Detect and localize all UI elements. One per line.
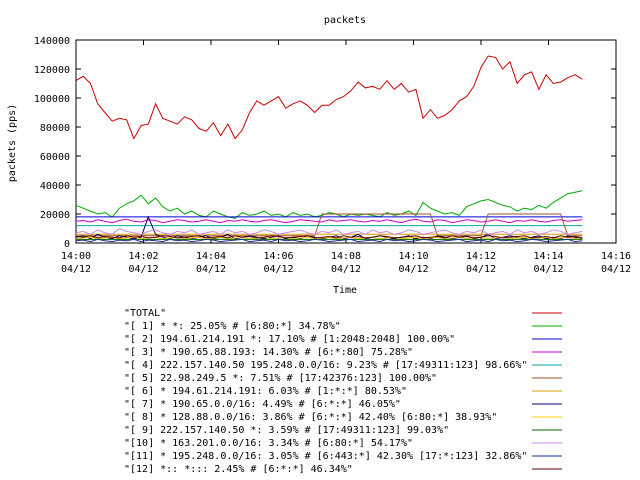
series-line-3 <box>75 218 583 224</box>
x-tick-date: 04/12 <box>398 264 428 275</box>
y-axis-label: packets (pps) <box>7 104 18 182</box>
x-tick-time: 14:14 <box>533 251 563 262</box>
packets-chart: packets packets (pps) Time 0 20000 40000 60… <box>7 15 631 475</box>
legend-entry-label: "[ 3] * 190.65.88.193: 14.30% # [6:*:80]… <box>124 347 413 358</box>
y-tick-label: 20000 <box>40 210 70 221</box>
y-axis-ticks: 0 20000 40000 60000 80000 100000 120000 140000 <box>34 36 616 250</box>
x-tick-time: 14:02 <box>128 251 158 262</box>
legend-entry-label: "[ 5] 22.98.249.5 *: 7.51% # [17:42376:1… <box>124 373 437 384</box>
legend-entry-label: "[ 2] 194.61.214.191 *: 17.10% # [1:2048… <box>124 334 455 345</box>
legend: "TOTAL" "[ 1] * *: 25.05% # [6:80:*] 34.7… <box>124 308 562 475</box>
legend-entry-label: "[ 8] * 128.88.0.0/16: 3.86% # [6:*:*] 4… <box>124 412 497 423</box>
x-tick-time: 14:06 <box>263 251 293 262</box>
x-axis-label: Time <box>333 285 357 296</box>
y-tick-label: 140000 <box>34 36 70 47</box>
legend-entry-label: "[12] *:: *::: 2.45% # [6:*:*] 46.34%" <box>124 464 353 475</box>
x-tick-date: 04/12 <box>263 264 293 275</box>
series-line-0 <box>75 55 583 140</box>
x-tick-date: 04/12 <box>61 264 91 275</box>
x-tick-date: 04/12 <box>601 264 631 275</box>
series-lines <box>75 55 583 243</box>
legend-entry-label: "[ 9] 222.157.140.50 *: 3.59% # [17:4931… <box>124 425 449 436</box>
x-tick-date: 04/12 <box>466 264 496 275</box>
legend-entry-label: "[10] * 163.201.0.0/16: 3.34% # [6:80:*]… <box>124 438 413 449</box>
y-tick-label: 100000 <box>34 94 70 105</box>
y-tick-label: 60000 <box>40 152 70 163</box>
x-tick-time: 14:10 <box>398 251 428 262</box>
x-tick-date: 04/12 <box>196 264 226 275</box>
y-tick-label: 40000 <box>40 181 70 192</box>
x-tick-time: 14:08 <box>331 251 361 262</box>
x-tick-time: 14:12 <box>466 251 496 262</box>
y-tick-label: 80000 <box>40 123 70 134</box>
y-tick-label: 0 <box>64 239 70 250</box>
x-tick-date: 04/12 <box>331 264 361 275</box>
legend-entry-label: "[ 4] 222.157.140.50 195.248.0.0/16: 9.2… <box>124 360 527 371</box>
chart-title: packets <box>324 15 366 26</box>
x-tick-time: 14:00 <box>61 251 91 262</box>
y-tick-label: 120000 <box>34 65 70 76</box>
legend-entry-label: "TOTAL" <box>124 308 166 319</box>
series-line-10 <box>75 227 583 235</box>
legend-entry-label: "[ 6] * 194.61.214.191: 6.03% # [1:*:*] … <box>124 386 407 397</box>
legend-entry-label: "[ 1] * *: 25.05% # [6:80:*] 34.78%" <box>124 321 341 332</box>
x-tick-date: 04/12 <box>533 264 563 275</box>
x-tick-date: 04/12 <box>128 264 158 275</box>
plot-area-frame <box>75 39 617 244</box>
x-tick-time: 14:16 <box>601 251 631 262</box>
legend-entry-label: "[ 7] * 190.65.0.0/16: 4.49% # [6:*:*] 4… <box>124 399 401 410</box>
x-tick-time: 14:04 <box>196 251 226 262</box>
legend-entry-label: "[11] * 195.248.0.0/16: 3.05% # [6:443:*… <box>124 451 527 462</box>
